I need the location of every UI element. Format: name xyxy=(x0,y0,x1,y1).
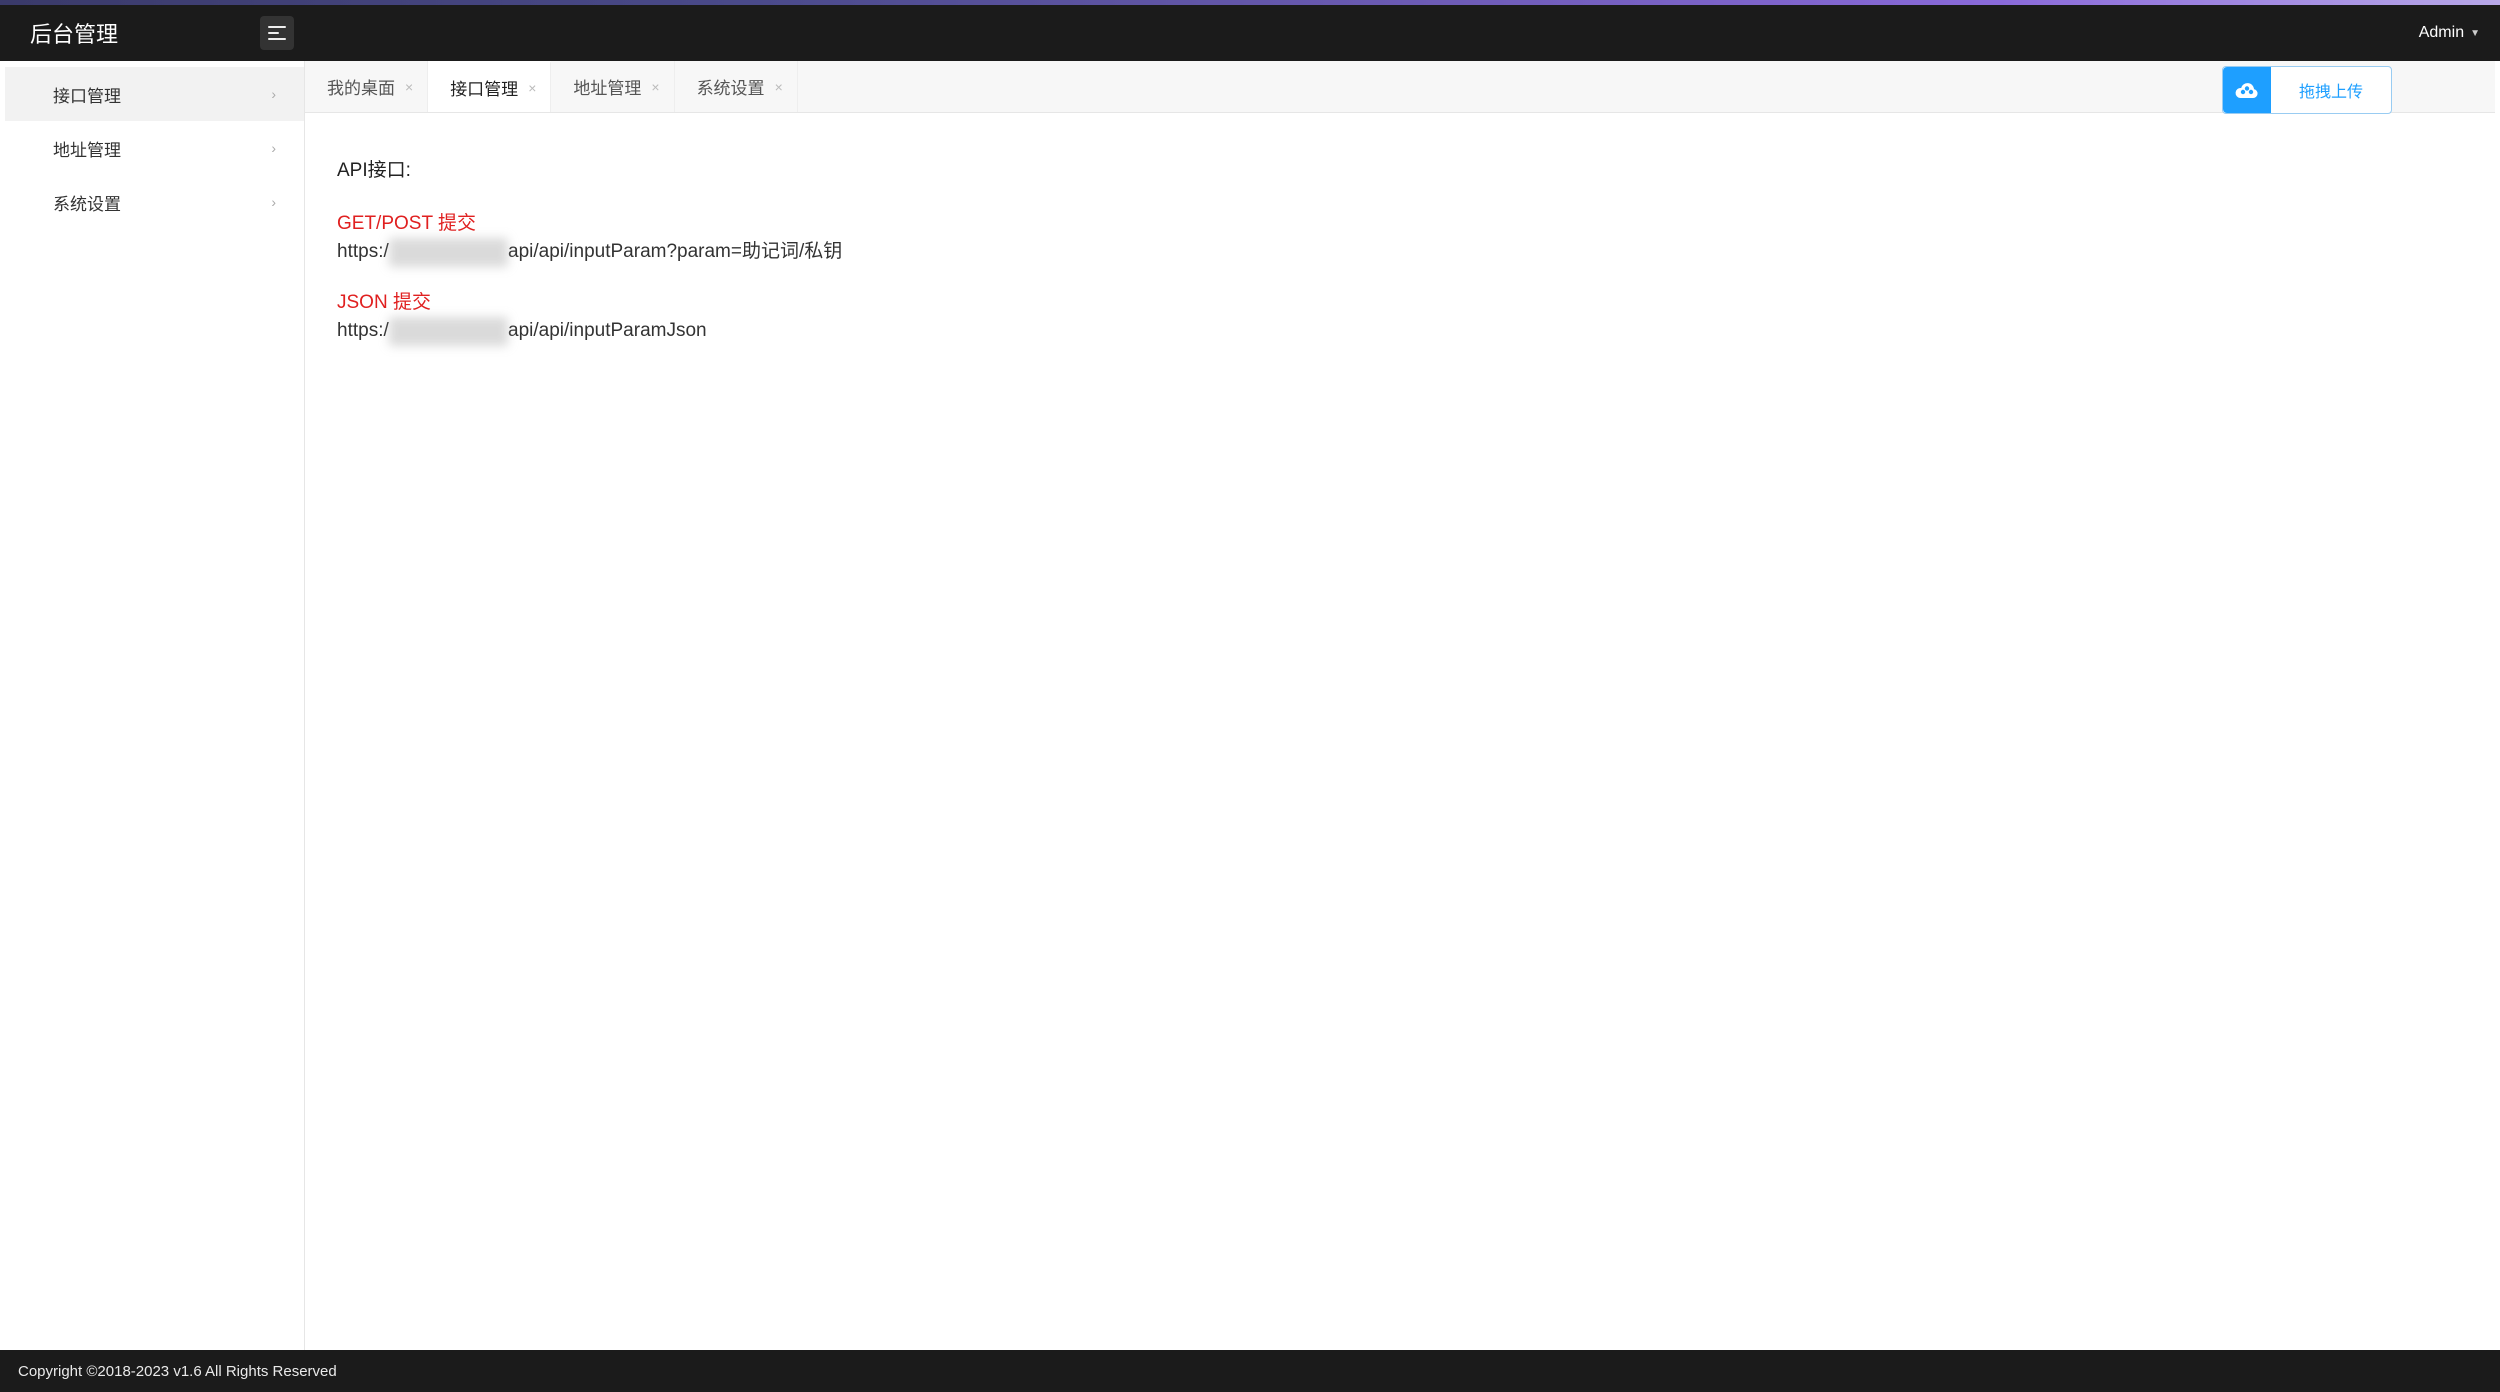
upload-dropzone[interactable]: 拖拽上传 xyxy=(2222,66,2392,114)
caret-down-icon: ▼ xyxy=(2470,28,2480,39)
upload-label: 拖拽上传 xyxy=(2271,78,2391,102)
sidebar-item-settings[interactable]: 系统设置 › xyxy=(5,175,304,229)
api-block-title: GET/POST 提交 xyxy=(337,210,2463,239)
sidebar-item-address[interactable]: 地址管理 › xyxy=(5,121,304,175)
close-icon[interactable]: × xyxy=(775,79,783,95)
chevron-right-icon: › xyxy=(271,86,276,102)
user-menu[interactable]: Admin ▼ xyxy=(2419,24,2480,42)
chevron-right-icon: › xyxy=(271,194,276,210)
url-redacted: /xxxxxxxxxxxx xyxy=(389,317,508,346)
tab-label: 系统设置 xyxy=(697,74,765,99)
sidebar-item-label: 接口管理 xyxy=(53,82,121,107)
url-suffix: api/api/inputParam?param=助记词/私钥 xyxy=(508,241,842,262)
sidebar-item-label: 地址管理 xyxy=(53,136,121,161)
cloud-upload-icon xyxy=(2223,67,2271,113)
tab-settings[interactable]: 系统设置 × xyxy=(675,61,798,112)
header-bar: 后台管理 Admin ▼ xyxy=(0,5,2500,61)
tab-label: 我的桌面 xyxy=(327,74,395,99)
menu-collapse-icon xyxy=(268,26,286,40)
tab-desktop[interactable]: 我的桌面 × xyxy=(305,61,428,112)
content-heading: API接口: xyxy=(337,157,2463,186)
tab-bar: 我的桌面 × 接口管理 × 地址管理 × 系统设置 × xyxy=(305,61,2495,113)
tab-label: 接口管理 xyxy=(450,75,518,100)
footer-bar: Copyright ©2018-2023 v1.6 All Rights Res… xyxy=(0,1350,2500,1392)
sidebar-toggle-button[interactable] xyxy=(260,16,294,50)
sidebar-item-label: 系统设置 xyxy=(53,190,121,215)
url-redacted: /xxxxxxxxxxxx xyxy=(389,238,508,267)
tab-label: 地址管理 xyxy=(573,74,641,99)
brand-title: 后台管理 xyxy=(30,17,230,49)
close-icon[interactable]: × xyxy=(528,80,536,96)
footer-text: Copyright ©2018-2023 v1.6 All Rights Res… xyxy=(18,1363,337,1380)
content-panel: API接口: GET/POST 提交 https://xxxxxxxxxxxxa… xyxy=(305,113,2495,1350)
sidebar-item-api[interactable]: 接口管理 › xyxy=(5,67,304,121)
close-icon[interactable]: × xyxy=(651,79,659,95)
api-url-json: https://xxxxxxxxxxxxapi/api/inputParamJs… xyxy=(337,317,2463,346)
main-area: 我的桌面 × 接口管理 × 地址管理 × 系统设置 × API接口: GET/P… xyxy=(305,61,2495,1350)
url-prefix: https:/ xyxy=(337,320,389,341)
chevron-right-icon: › xyxy=(271,140,276,156)
user-name: Admin xyxy=(2419,24,2464,42)
api-url-getpost: https://xxxxxxxxxxxxapi/api/inputParam?p… xyxy=(337,238,2463,267)
url-suffix: api/api/inputParamJson xyxy=(508,320,707,341)
sidebar: 接口管理 › 地址管理 › 系统设置 › xyxy=(5,61,305,1350)
api-block-title: JSON 提交 xyxy=(337,289,2463,318)
tab-address[interactable]: 地址管理 × xyxy=(551,61,674,112)
api-block-getpost: GET/POST 提交 https://xxxxxxxxxxxxapi/api/… xyxy=(337,210,2463,267)
url-prefix: https:/ xyxy=(337,241,389,262)
api-block-json: JSON 提交 https://xxxxxxxxxxxxapi/api/inpu… xyxy=(337,289,2463,346)
close-icon[interactable]: × xyxy=(405,79,413,95)
tab-api[interactable]: 接口管理 × xyxy=(428,61,551,112)
